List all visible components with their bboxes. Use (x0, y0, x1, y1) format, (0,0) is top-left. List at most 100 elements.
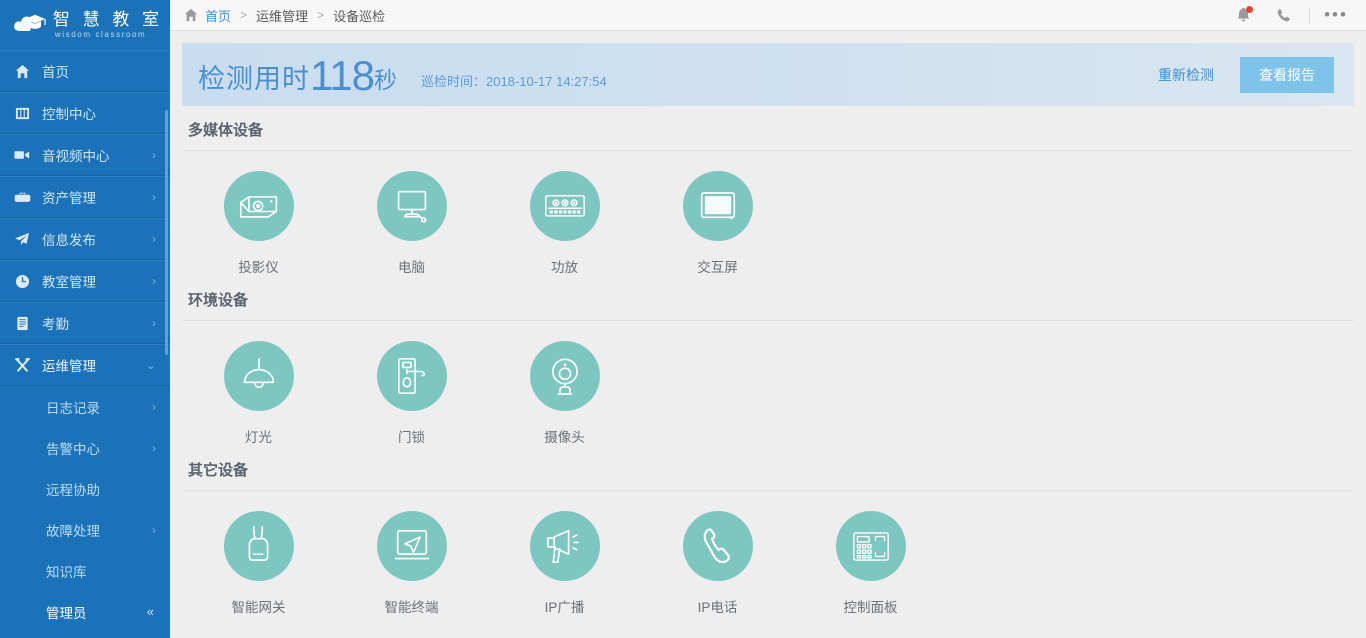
breadcrumb-item-current: 设备巡检 (333, 6, 385, 25)
smart-terminal-icon (377, 511, 447, 581)
breadcrumb-item-home[interactable]: 首页 (205, 6, 231, 25)
sidebar-item-asset-management[interactable]: 资产管理 › (0, 176, 170, 218)
banner-duration-value: 118 (310, 55, 374, 97)
view-report-button[interactable]: 查看报告 (1240, 57, 1334, 93)
sidebar-item-av-center[interactable]: 音视频中心 › (0, 134, 170, 176)
app-root: 智 慧 教 室 wisdom classroom 首页 (0, 0, 1366, 638)
device-label: 投影仪 (238, 256, 279, 276)
device-projector[interactable]: 投影仪 (182, 171, 335, 276)
sidebar-item-label: 教室管理 (42, 271, 152, 291)
sidebar-item-info-publish[interactable]: 信息发布 › (0, 218, 170, 260)
device-ip-broadcast[interactable]: IP广播 (488, 511, 641, 616)
control-panel-keypad-icon (836, 511, 906, 581)
recheck-button[interactable]: 重新检测 (1158, 65, 1214, 85)
sidebar-scrollbar[interactable] (165, 110, 168, 355)
brand-subtitle: wisdom classroom (53, 31, 163, 39)
section-multimedia-devices: 多媒体设备 投影仪 (182, 119, 1354, 276)
bell-notification-icon[interactable] (1223, 0, 1263, 31)
door-lock-icon (377, 341, 447, 411)
sidebar-subnav-ops: 日志记录 › 告警中心 › 远程协助 故障处理 › 知识库 (0, 386, 170, 632)
sidebar-item-label: 首页 (42, 61, 170, 81)
device-door-lock[interactable]: 门锁 (335, 341, 488, 446)
device-lighting[interactable]: 灯光 (182, 341, 335, 446)
device-label: 智能网关 (232, 596, 286, 616)
sidebar-item-label: 资产管理 (42, 187, 152, 207)
sidebar-subitem-knowledge-base[interactable]: 知识库 (0, 550, 170, 591)
clock-icon (12, 273, 32, 289)
chevron-right-icon: › (152, 317, 156, 329)
briefcase-icon (12, 189, 32, 205)
banner-time: 巡检时间：2018-10-17 14:27:54 (421, 71, 607, 90)
device-camera[interactable]: 摄像头 (488, 341, 641, 446)
phone-icon[interactable] (1263, 0, 1303, 31)
brand-logo-block[interactable]: 智 慧 教 室 wisdom classroom (0, 0, 170, 50)
sidebar-subitem-remote-assist[interactable]: 远程协助 (0, 468, 170, 509)
sidebar-item-label: 控制中心 (42, 103, 170, 123)
sidebar-subitem-label: 告警中心 (46, 438, 152, 458)
chevron-right-icon: › (152, 523, 156, 537)
device-label: 智能终端 (385, 596, 439, 616)
sidebar-item-control-center[interactable]: 控制中心 (0, 92, 170, 134)
sidebar: 智 慧 教 室 wisdom classroom 首页 (0, 0, 170, 638)
banner-title: 检测用时 (198, 57, 310, 96)
sidebar-nav: 首页 控制中心 (0, 50, 170, 632)
sidebar-subitem-fault-handling[interactable]: 故障处理 › (0, 509, 170, 550)
breadcrumb-separator: > (240, 8, 247, 22)
sidebar-subitem-alarm-center[interactable]: 告警中心 › (0, 427, 170, 468)
amplifier-icon (530, 171, 600, 241)
breadcrumb-item-ops[interactable]: 运维管理 (256, 6, 308, 25)
device-control-panel[interactable]: 控制面板 (794, 511, 947, 616)
device-label: 灯光 (245, 426, 272, 446)
section-title: 其它设备 (182, 459, 1354, 491)
sidebar-subitem-label: 故障处理 (46, 520, 152, 540)
more-options-glyph: ••• (1324, 11, 1348, 19)
section-environment-devices: 环境设备 灯光 (182, 289, 1354, 446)
device-interactive-screen[interactable]: 交互屏 (641, 171, 794, 276)
chevron-right-icon: › (152, 233, 156, 245)
sidebar-item-ops-management[interactable]: 运维管理 ⌄ (0, 344, 170, 386)
device-smart-terminal[interactable]: 智能终端 (335, 511, 488, 616)
control-panel-icon (12, 105, 32, 121)
device-grid: 智能网关 智能终端 (182, 491, 1354, 616)
sidebar-subitem-label: 远程协助 (46, 479, 170, 499)
device-amplifier[interactable]: 功放 (488, 171, 641, 276)
sidebar-footer-admin[interactable]: 管理员 « (0, 591, 170, 632)
double-chevron-left-icon[interactable]: « (147, 604, 154, 619)
paper-plane-icon (12, 231, 32, 247)
sidebar-item-label: 音视频中心 (42, 145, 152, 165)
chevron-right-icon: › (152, 400, 156, 414)
device-ip-phone[interactable]: IP电话 (641, 511, 794, 616)
document-icon (12, 315, 32, 331)
breadcrumb-separator: > (317, 8, 324, 22)
home-icon (12, 63, 32, 79)
sidebar-item-classroom-management[interactable]: 教室管理 › (0, 260, 170, 302)
sidebar-subitem-label: 日志记录 (46, 397, 152, 417)
interactive-screen-icon (683, 171, 753, 241)
device-computer[interactable]: 电脑 (335, 171, 488, 276)
top-bar: 首页 > 运维管理 > 设备巡检 (170, 0, 1366, 31)
chevron-right-icon: › (152, 149, 156, 161)
chevron-right-icon: › (152, 275, 156, 287)
device-smart-gateway[interactable]: 智能网关 (182, 511, 335, 616)
sidebar-item-home[interactable]: 首页 (0, 50, 170, 92)
sidebar-subitem-log-records[interactable]: 日志记录 › (0, 386, 170, 427)
device-label: 交互屏 (697, 256, 738, 276)
camera-icon (530, 341, 600, 411)
sidebar-item-label: 运维管理 (42, 355, 146, 375)
ip-broadcast-megaphone-icon (530, 511, 600, 581)
section-title: 环境设备 (182, 289, 1354, 321)
banner-duration-block: 检测用时 118 秒 巡检时间：2018-10-17 14:27:54 (198, 53, 607, 96)
device-grid: 灯光 门锁 (182, 321, 1354, 446)
section-title: 多媒体设备 (182, 119, 1354, 151)
video-camera-icon (12, 147, 32, 163)
ip-phone-handset-icon (683, 511, 753, 581)
device-label: IP广播 (545, 596, 585, 616)
device-label: 功放 (551, 256, 578, 276)
sidebar-item-attendance[interactable]: 考勤 › (0, 302, 170, 344)
device-label: 门锁 (398, 426, 425, 446)
device-label: 电脑 (398, 256, 425, 276)
chevron-right-icon: › (152, 441, 156, 455)
brand-title: 智 慧 教 室 (53, 11, 163, 28)
sidebar-item-label: 考勤 (42, 313, 152, 333)
more-options-icon[interactable]: ••• (1316, 0, 1356, 31)
